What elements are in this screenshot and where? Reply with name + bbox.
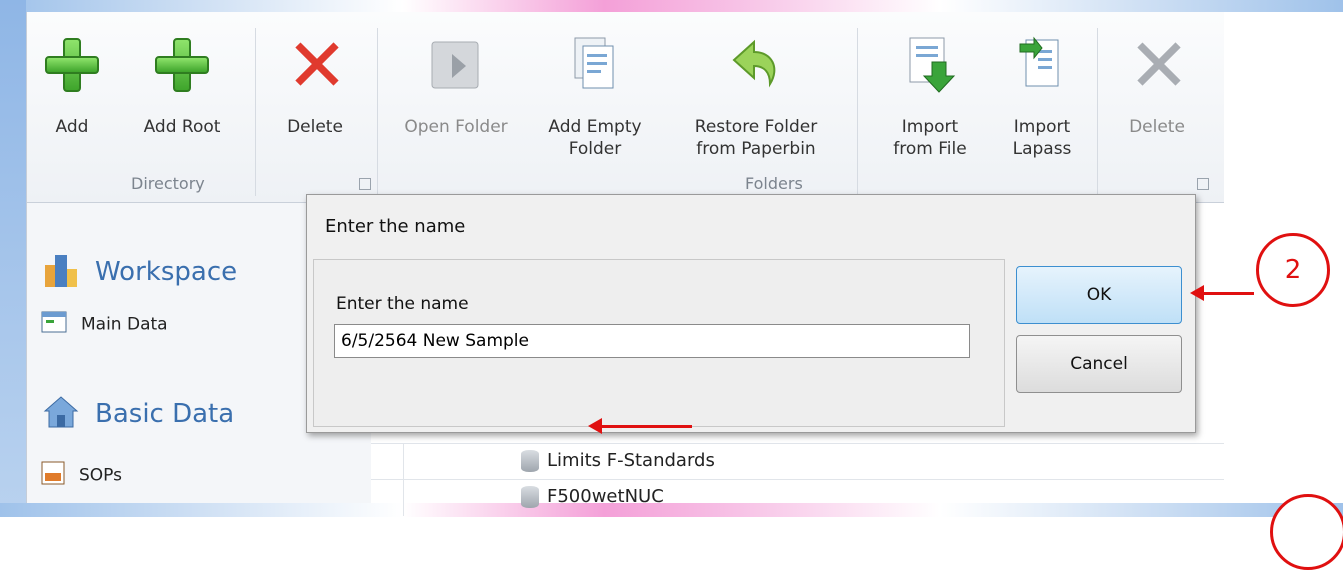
import-file-icon [895, 32, 965, 110]
separator [857, 28, 858, 196]
main-data-icon [41, 311, 67, 338]
directory-dialog-launcher-icon[interactable] [359, 178, 371, 190]
banner-left [0, 0, 26, 517]
separator [255, 28, 256, 196]
separator [1097, 28, 1098, 196]
database-icon [521, 486, 539, 508]
delete-x-icon: ✕ [1128, 23, 1191, 109]
nav-item-main-data[interactable]: Main Data [41, 311, 168, 338]
restore-arrow-icon [721, 32, 791, 110]
step-marker-partial [1270, 494, 1343, 570]
database-icon [521, 450, 539, 472]
ok-button[interactable]: OK [1016, 266, 1182, 324]
import-from-file-button[interactable]: Import from File [875, 32, 985, 160]
plus-icon [147, 32, 217, 110]
add-button[interactable]: Add [37, 32, 107, 138]
open-folder-button[interactable]: Open Folder [391, 32, 521, 138]
add-empty-folder-button[interactable]: Add Empty Folder [535, 32, 655, 160]
step-2-marker: 2 [1256, 233, 1330, 307]
nav-section-basic-data[interactable]: Basic Data [41, 393, 234, 436]
ribbon: Add Add Root ✕ Delete Directory Open Fol… [27, 12, 1224, 203]
group-separator [377, 28, 378, 196]
list-item[interactable]: F500wetNUC [371, 479, 1224, 516]
delete-x-icon: ✕ [286, 23, 349, 109]
dialog-title: Enter the name [325, 216, 466, 237]
name-input[interactable] [334, 324, 970, 358]
nav-section-workspace[interactable]: Workspace [41, 251, 237, 294]
restore-folder-button[interactable]: Restore Folder from Paperbin [671, 32, 841, 160]
nav-item-sops[interactable]: SOPs [41, 461, 122, 490]
cancel-button[interactable]: Cancel [1016, 335, 1182, 393]
directory-group-label: Directory [131, 174, 205, 193]
import-lapass-button[interactable]: Import Lapass [987, 32, 1097, 160]
sops-icon [41, 461, 65, 490]
dialog-body: Enter the name [313, 259, 1005, 427]
banner-top [0, 0, 1343, 12]
plus-icon [37, 32, 107, 110]
enter-name-dialog: Enter the name Enter the name OK Cancel [306, 194, 1196, 433]
import-lapass-icon [1007, 32, 1077, 110]
house-icon [41, 393, 81, 436]
open-folder-icon [421, 32, 491, 110]
ok-pointer-arrow [1190, 285, 1254, 301]
input-pointer-arrow [588, 418, 692, 434]
delete-directory-button[interactable]: ✕ Delete [265, 23, 365, 138]
workspace-icon [41, 251, 81, 294]
name-field-label: Enter the name [336, 294, 469, 314]
delete-folder-button[interactable]: ✕ Delete [1107, 23, 1207, 138]
add-root-button[interactable]: Add Root [127, 32, 237, 138]
folders-group-label: Folders [745, 174, 803, 193]
list-item[interactable]: Limits F-Standards [371, 443, 1224, 480]
folders-dialog-launcher-icon[interactable] [1197, 178, 1209, 190]
add-empty-folder-icon [560, 32, 630, 110]
